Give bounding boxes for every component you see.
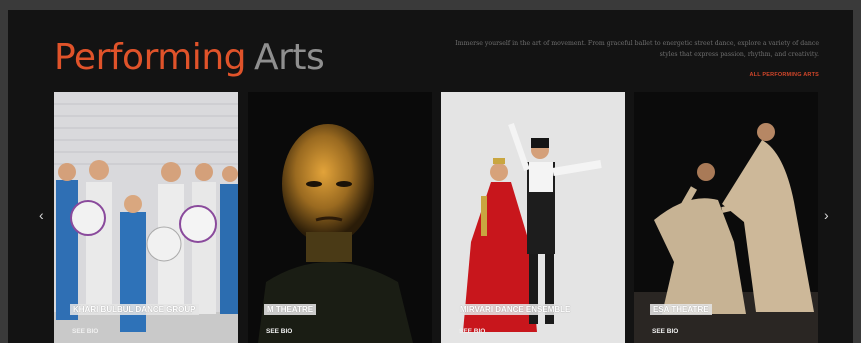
- section-title-secondary: Arts: [253, 37, 325, 78]
- artist-name: M THEATRE: [264, 304, 317, 315]
- artist-card-esa-theatre[interactable]: ESA THEATRE SEE BIO: [634, 92, 818, 343]
- artist-name: MIRVARI DANCE ENSEMBLE: [457, 304, 574, 315]
- see-bio-link[interactable]: SEE BIO: [266, 328, 292, 335]
- artist-card-mirvari[interactable]: MIRVARI DANCE ENSEMBLE SEE BIO: [441, 92, 625, 343]
- artist-card-khari-bulbul[interactable]: KHARI BULBUL DANCE GROUP SEE BIO: [54, 92, 238, 343]
- see-bio-link[interactable]: SEE BIO: [459, 328, 485, 335]
- carousel-prev-icon[interactable]: ‹: [39, 208, 44, 222]
- see-bio-link[interactable]: SEE BIO: [652, 328, 678, 335]
- section-title-primary: Performing: [54, 37, 246, 78]
- artist-card-m-theatre[interactable]: M THEATRE SEE BIO: [248, 92, 432, 343]
- section-title: Performing Arts: [54, 37, 325, 78]
- performing-arts-section: Performing Arts Immerse yourself in the a…: [8, 10, 853, 343]
- see-bio-link[interactable]: SEE BIO: [72, 328, 98, 335]
- carousel-next-icon[interactable]: ›: [824, 208, 829, 222]
- section-description: Immerse yourself in the art of movement.…: [455, 40, 819, 58]
- artist-name: ESA THEATRE: [650, 304, 712, 315]
- artist-name: KHARI BULBUL DANCE GROUP: [70, 304, 199, 315]
- all-performing-arts-link[interactable]: ALL PERFORMING ARTS: [750, 72, 820, 78]
